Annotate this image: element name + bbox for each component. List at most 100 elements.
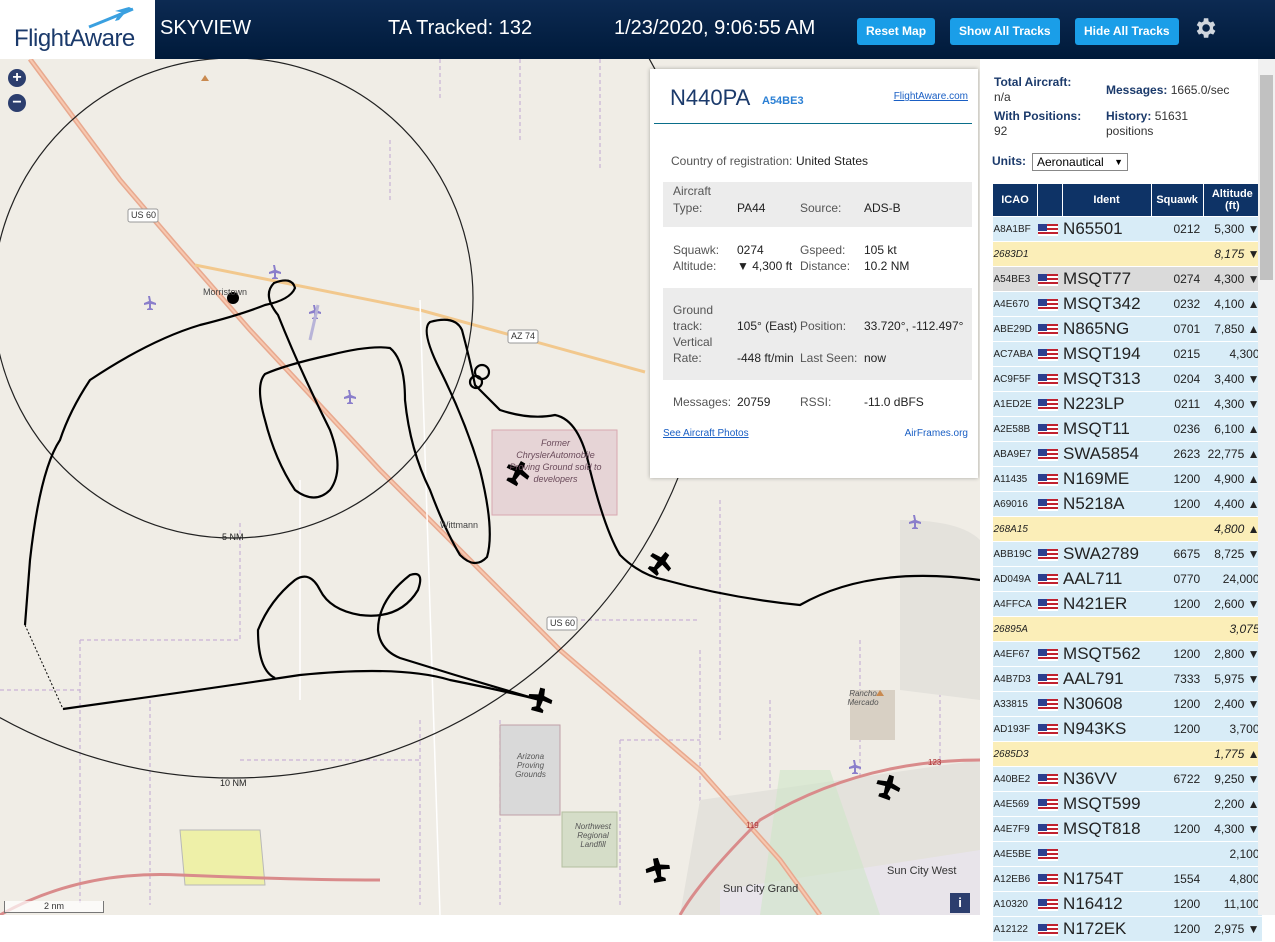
- col-header-altitude[interactable]: Altitude (ft): [1202, 183, 1263, 217]
- us-flag-icon: [1037, 298, 1058, 311]
- table-row[interactable]: 268A15 4,800 ▲: [992, 516, 1262, 542]
- gspeed-value: 105 kt: [864, 243, 897, 257]
- table-row[interactable]: A10320 N16412 1200 11,100: [992, 891, 1262, 917]
- flightaware-link[interactable]: FlightAware.com: [894, 91, 968, 102]
- us-flag-icon: [1037, 598, 1058, 611]
- icao-cell: A4E5BE: [992, 841, 1038, 867]
- ident-cell: N865NG: [1062, 316, 1152, 342]
- table-row[interactable]: AD049A AAL711 0770 24,000: [992, 566, 1262, 592]
- altitude-value: ▼ 4,300 ft: [737, 259, 793, 273]
- table-row[interactable]: A33815 N30608 1200 2,400 ▼: [992, 691, 1262, 717]
- ident-cell: AAL791: [1062, 666, 1152, 692]
- datetime: 1/23/2020, 9:06:55 AM: [614, 17, 816, 39]
- us-flag-icon: [1037, 348, 1058, 361]
- table-row[interactable]: A12EB6 N1754T 1554 4,800: [992, 866, 1262, 892]
- ident-cell: AAL711: [1062, 566, 1152, 592]
- ident-cell: [1062, 516, 1152, 542]
- altitude-cell: 4,100 ▲: [1203, 291, 1262, 317]
- table-row[interactable]: A8A1BF N65501 0212 5,300 ▼: [992, 216, 1262, 242]
- us-flag-icon: [1037, 498, 1058, 511]
- icao-cell: A1ED2E: [992, 391, 1038, 417]
- zoom-out-button[interactable]: −: [8, 94, 26, 112]
- aircraft-icon: [849, 760, 861, 774]
- squawk-cell: 0211: [1151, 391, 1204, 417]
- flag-cell: [1037, 416, 1063, 442]
- table-row[interactable]: A40BE2 N36VV 6722 9,250 ▼: [992, 766, 1262, 792]
- table-row[interactable]: 2683D1 8,175 ▼: [992, 241, 1262, 267]
- altitude-cell: 6,100 ▲: [1203, 416, 1262, 442]
- altitude-label: Altitude:: [673, 259, 717, 273]
- squawk-cell: 0215: [1151, 341, 1204, 367]
- table-row[interactable]: ABB19C SWA2789 6675 8,725 ▼: [992, 541, 1262, 567]
- icao-cell: A54BE3: [992, 266, 1038, 292]
- with-positions-value: 92: [994, 124, 1008, 138]
- flag-cell: [1037, 466, 1063, 492]
- flag-cell: [1037, 866, 1063, 892]
- hide-all-tracks-button[interactable]: Hide All Tracks: [1075, 18, 1179, 45]
- place-label-arizona-pg: Arizona Proving Grounds: [515, 752, 546, 779]
- aircraft-icon: [144, 296, 156, 310]
- units-label: Units:: [992, 154, 1026, 168]
- info-divider: [654, 123, 972, 124]
- table-row[interactable]: A12122 N172EK 1200 2,975 ▼: [992, 916, 1262, 942]
- table-row[interactable]: A4E5BE 2,100: [992, 841, 1262, 867]
- ground-track-label-2: track:: [673, 319, 703, 333]
- vertical-rate-value: -448 ft/min: [737, 351, 794, 365]
- aircraft-photos-link[interactable]: See Aircraft Photos: [663, 428, 749, 439]
- units-select[interactable]: Aeronautical: [1032, 153, 1128, 171]
- aircraft-list-panel: Total Aircraft: n/a Messages: 1665.0/sec…: [980, 59, 1275, 942]
- table-row[interactable]: 26895A 3,075: [992, 616, 1262, 642]
- icao-cell: AD049A: [992, 566, 1038, 592]
- scrollbar-thumb[interactable]: [1260, 75, 1273, 280]
- airframes-link[interactable]: AirFrames.org: [905, 428, 968, 439]
- altitude-cell: 4,300 ▼: [1203, 266, 1262, 292]
- road-label-us60-mid: US 60: [550, 618, 576, 628]
- table-row[interactable]: A11435 N169ME 1200 4,900 ▲: [992, 466, 1262, 492]
- table-row[interactable]: A69016 N5218A 1200 4,400 ▲: [992, 491, 1262, 517]
- us-flag-icon: [1037, 698, 1058, 711]
- us-flag-icon: [1037, 823, 1058, 836]
- col-header-icao[interactable]: ICAO: [992, 183, 1038, 217]
- altitude-cell: 4,300: [1203, 341, 1262, 367]
- table-row[interactable]: AC7ABA MSQT194 0215 4,300: [992, 341, 1262, 367]
- table-row[interactable]: A4FFCA N421ER 1200 2,600 ▼: [992, 591, 1262, 617]
- flag-cell: [1037, 916, 1063, 942]
- zoom-in-button[interactable]: +: [8, 69, 26, 87]
- table-row[interactable]: AC9F5F MSQT313 0204 3,400 ▼: [992, 366, 1262, 392]
- table-row[interactable]: A4B7D3 AAL791 7333 5,975 ▼: [992, 666, 1262, 692]
- table-row[interactable]: A4EF67 MSQT562 1200 2,800 ▼: [992, 641, 1262, 667]
- place-label-chrysler: Former ChryslerAutomobile Proving Ground…: [509, 438, 602, 484]
- flightaware-logo[interactable]: FlightAware: [0, 0, 155, 59]
- last-seen-label: Last Seen:: [800, 351, 858, 365]
- squawk-cell: 1200: [1151, 716, 1204, 742]
- ident-cell: N943KS: [1062, 716, 1152, 742]
- vertical-rate-label-1: Vertical: [673, 335, 713, 349]
- table-row[interactable]: A54BE3 MSQT77 0274 4,300 ▼: [992, 266, 1262, 292]
- show-all-tracks-button[interactable]: Show All Tracks: [950, 18, 1060, 45]
- position-label: Position:: [800, 319, 847, 333]
- col-header-ident[interactable]: Ident: [1061, 183, 1152, 217]
- col-header-flag[interactable]: [1037, 183, 1063, 217]
- table-row[interactable]: 2685D3 1,775 ▲: [992, 741, 1262, 767]
- table-row[interactable]: A4E7F9 MSQT818 1200 4,300 ▼: [992, 816, 1262, 842]
- total-aircraft-label: Total Aircraft:: [994, 75, 1072, 89]
- squawk-cell: 1554: [1151, 866, 1204, 892]
- col-header-squawk[interactable]: Squawk: [1150, 183, 1204, 217]
- table-row[interactable]: A1ED2E N223LP 0211 4,300 ▼: [992, 391, 1262, 417]
- panel-scrollbar[interactable]: [1258, 59, 1275, 915]
- route-label-119: 119: [746, 821, 759, 830]
- table-row[interactable]: A4E670 MSQT342 0232 4,100 ▲: [992, 291, 1262, 317]
- table-row[interactable]: ABA9E7 SWA5854 2623 22,775 ▲: [992, 441, 1262, 467]
- distance-label: Distance:: [800, 259, 851, 273]
- table-row[interactable]: A4E569 MSQT599 2,200 ▲: [992, 791, 1262, 817]
- us-flag-icon: [1037, 798, 1058, 811]
- map-info-button[interactable]: i: [950, 893, 970, 913]
- reset-map-button[interactable]: Reset Map: [857, 18, 936, 45]
- table-row[interactable]: ABE29D N865NG 0701 7,850 ▲: [992, 316, 1262, 342]
- flag-cell: [1037, 716, 1063, 742]
- last-seen-value: now: [864, 351, 887, 365]
- gear-icon[interactable]: [1192, 15, 1218, 41]
- table-row[interactable]: AD193F N943KS 1200 3,700: [992, 716, 1262, 742]
- source-label: Source:: [800, 201, 842, 215]
- table-row[interactable]: A2E58B MSQT11 0236 6,100 ▲: [992, 416, 1262, 442]
